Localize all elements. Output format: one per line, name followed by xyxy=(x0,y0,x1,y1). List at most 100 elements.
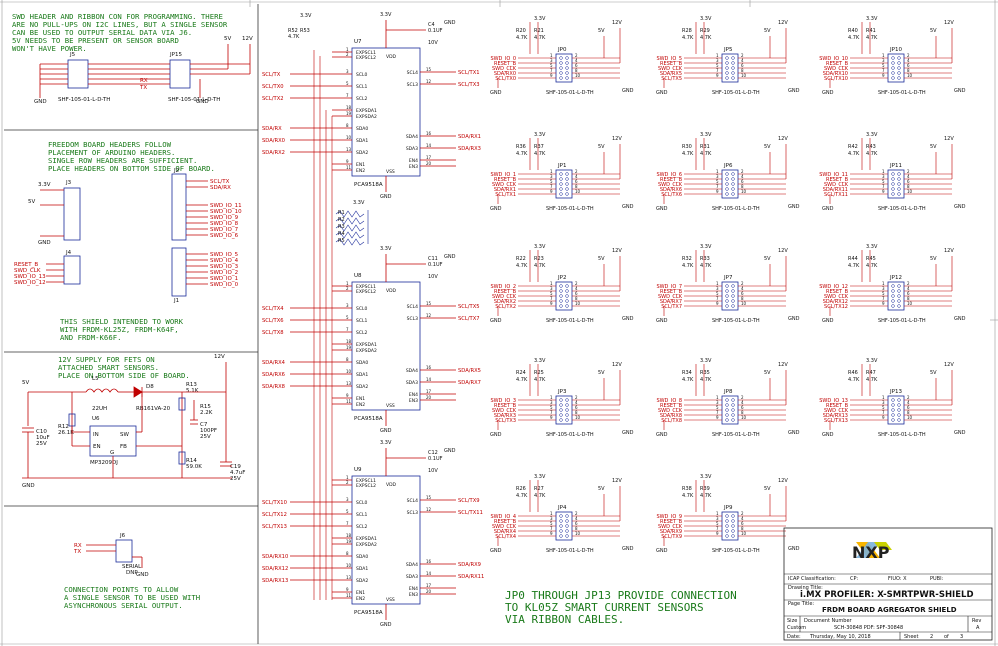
mux-pin-label: SDA1 xyxy=(356,372,368,378)
tb-rev-label: Rev xyxy=(972,618,981,624)
tb-page-title: FRDM BOARD AGREGATOR SHIELD xyxy=(822,606,957,614)
sensor-12v: 12V xyxy=(612,248,622,254)
sensor-resistor-val: 4.7K xyxy=(700,377,712,383)
sensor-resistor-ref: R41 xyxy=(866,28,876,34)
sensor-resistor-ref: R24 xyxy=(516,370,526,376)
sensor-vcc: 3.3V xyxy=(534,16,546,22)
j4-ref: J4 xyxy=(65,250,72,256)
mux-pin-label: SCL1 xyxy=(356,512,368,518)
mux-pin-label: EXPSDA2 xyxy=(356,348,377,354)
sensor-part: SHF-105-01-L-D-TH xyxy=(712,432,760,438)
u6-pin: SW xyxy=(120,432,129,438)
mux-net-out: SDA/RX1 xyxy=(458,134,481,140)
pullup-ref: R4 xyxy=(338,231,345,237)
mux-cap-val: 0.1UF xyxy=(428,262,443,268)
sensor-resistor-val: 4.7K xyxy=(682,151,694,157)
j5-ref: J5 xyxy=(69,52,76,58)
mux-pin-number: 14 xyxy=(426,377,432,382)
mux-pin-label: EN2 xyxy=(356,402,365,408)
sensor-gnd: GND xyxy=(490,548,502,554)
tb-sheet: 2 xyxy=(930,634,933,640)
mux-pin-label: EN3 xyxy=(409,592,418,598)
sensor-5v: 5V xyxy=(930,370,937,376)
mux-pin-label: SCL4 xyxy=(407,70,419,76)
tb-pubi: PUBI: xyxy=(930,576,944,582)
pullup-ref: R1 xyxy=(338,210,345,216)
sensor-resistor-ref: R38 xyxy=(682,486,692,492)
sensor-vcc: 3.3V xyxy=(866,244,878,250)
sensor-ref: JP10 xyxy=(889,47,902,53)
sensor-net: SCL/TX10 xyxy=(824,76,848,82)
jp15-tx-net: TX xyxy=(139,85,147,91)
sensor-resistor-ref: R30 xyxy=(682,144,692,150)
mux-vdd-label: VDD xyxy=(386,482,397,488)
mux-pin-label: SCL0 xyxy=(356,306,368,312)
mux-pin-label: SDA4 xyxy=(406,562,418,568)
sensor-ref: JP4 xyxy=(557,505,567,511)
sensor-12v: 12V xyxy=(778,478,788,484)
mux-cap-volt: 10V xyxy=(428,40,438,46)
j6-gnd: GND xyxy=(136,572,149,578)
sensor-resistor-val: 4.7K xyxy=(534,493,546,499)
sensor-5v: 5V xyxy=(598,486,605,492)
sensor-resistor-val: 4.7K xyxy=(534,263,546,269)
sensor-resistor-val: 4.7K xyxy=(848,35,860,41)
sensor-gnd-right: GND xyxy=(954,88,966,94)
note-shield-line: AND FRDM-K66F. xyxy=(60,333,122,342)
sensor-12v: 12V xyxy=(612,478,622,484)
mux-net-out: SCL/TX11 xyxy=(458,510,483,516)
mux-pin-number: 12 xyxy=(426,313,432,318)
sensor-5v: 5V xyxy=(930,28,937,34)
u6-pin: EN xyxy=(93,444,101,450)
sensor-5v: 5V xyxy=(930,144,937,150)
mux-pin-label: EN4 xyxy=(409,586,418,592)
sensor-part: SHF-105-01-L-D-TH xyxy=(712,90,760,96)
sensor-12v: 12V xyxy=(778,136,788,142)
sensor-part: SHF-105-01-L-D-TH xyxy=(878,90,926,96)
mux-pin-number: 18 xyxy=(346,533,352,538)
mux-pin-label: SCL0 xyxy=(356,72,368,78)
mux-pin-number: 10 xyxy=(346,563,352,568)
sensor-ref: JP8 xyxy=(723,389,733,395)
mux-ref: U9 xyxy=(354,467,362,473)
sensor-resistor-val: 4.7K xyxy=(700,35,712,41)
sensor-ref: JP7 xyxy=(723,275,733,281)
jp15-part: SHF-105-01-L-D-TH xyxy=(168,97,220,103)
mux-net-in: SCL/TX xyxy=(262,72,281,78)
mux-pin-label: SDA4 xyxy=(406,134,418,140)
u6-part: MP3209DJ xyxy=(90,460,118,466)
tb-size-label: Size xyxy=(787,618,797,624)
sensor-pin-number: 10 xyxy=(907,73,913,78)
mux-pin-label: SDA1 xyxy=(356,138,368,144)
sensor-gnd: GND xyxy=(822,432,834,438)
sensor-vcc: 3.3V xyxy=(866,132,878,138)
sensor-gnd: GND xyxy=(490,318,502,324)
sensor-part: SHF-105-01-L-D-TH xyxy=(546,548,594,554)
mux-pin-label: EXPSDA2 xyxy=(356,114,377,120)
mux-pin-label: SDA4 xyxy=(406,368,418,374)
mux-cap-volt: 10V xyxy=(428,468,438,474)
tb-sheet-label: Sheet xyxy=(904,634,918,640)
sensor-5v: 5V xyxy=(598,144,605,150)
tb-page-title-label: Page Title: xyxy=(788,601,814,607)
mux-cap-val: 0.1UF xyxy=(428,28,443,34)
mux-vss-label: VSS xyxy=(386,169,395,175)
sensor-5v: 5V xyxy=(930,256,937,262)
mux-pin-label: SDA0 xyxy=(356,554,368,560)
sensor-resistor-ref: R35 xyxy=(700,370,710,376)
mux-pin-label: EXPSCL2 xyxy=(356,55,376,61)
supply-12v: 12V xyxy=(214,354,225,360)
mux-pin-number: 11 xyxy=(346,399,352,404)
mux-pin-label: SCL4 xyxy=(407,304,419,310)
sensor-vcc: 3.3V xyxy=(866,358,878,364)
sensor-resistor-val: 4.7K xyxy=(682,377,694,383)
sensor-gnd: GND xyxy=(656,206,668,212)
r14-val: 59.0K xyxy=(186,464,202,470)
sensor-ref: JP0 xyxy=(557,47,567,53)
sensor-gnd-right: GND xyxy=(954,430,966,436)
sensor-part: SHF-105-01-L-D-TH xyxy=(546,90,594,96)
mux-net-in: SCL/TX4 xyxy=(262,306,284,312)
mux-pin-label: SCL0 xyxy=(356,500,368,506)
mux-pin-number: 19 xyxy=(346,111,352,116)
j5-5v-label: 5V xyxy=(224,36,231,42)
